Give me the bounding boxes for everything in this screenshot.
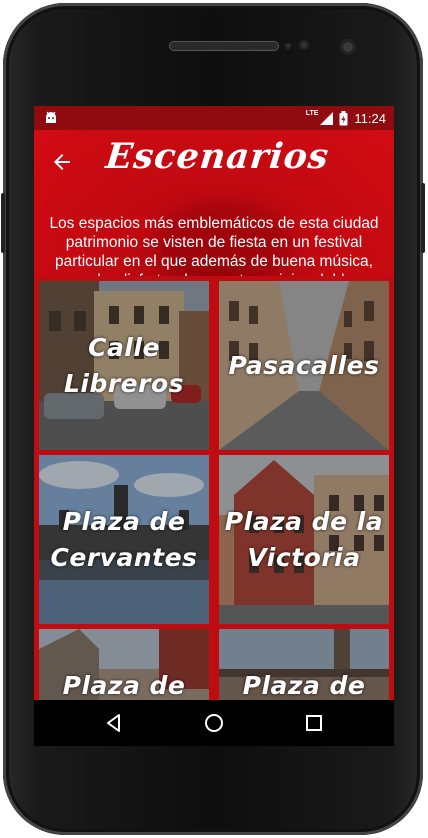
proximity-sensor [285,43,291,49]
venue-label: Plaza de los [62,671,186,700]
phone-volume-button [421,183,425,253]
venue-label: Plaza de los [242,671,366,700]
nav-back-icon[interactable] [100,709,128,737]
venue-tile-pasacalles[interactable]: Pasacalles [219,281,389,450]
back-arrow-icon[interactable] [50,150,74,174]
venue-tile-plaza-de-cervantes[interactable]: Plaza de Cervantes [39,455,209,624]
venue-tile-calle-libreros[interactable]: Calle Libreros [39,281,209,450]
battery-charging-icon [339,110,348,125]
venue-tile-plaza-de-los-1[interactable]: Plaza de los [39,629,209,700]
nav-home-icon[interactable] [200,709,228,737]
nav-recents-icon[interactable] [300,709,328,737]
network-type-label: LTE [305,109,319,117]
earpiece-speaker [169,41,279,51]
phone-side-button [1,193,5,253]
status-bar: LTE 11:24 [34,106,394,130]
android-notification-icon [46,111,56,123]
venue-label: Pasacalles [228,350,380,380]
app-header: Escenarios Los espacios más emblemáticos… [34,130,394,290]
venue-label: Plaza de la Victoria [224,506,384,572]
system-navigation-bar [34,700,394,746]
venue-label: Plaza de Cervantes [50,506,198,572]
page-title: Escenarios [103,136,332,177]
venue-tile-plaza-de-la-victoria[interactable]: Plaza de la Victoria [219,455,389,624]
front-camera [340,39,356,55]
status-time: 11:24 [354,110,386,126]
front-sensor [299,40,309,50]
venue-label: Calle Libreros [63,332,185,398]
venue-tile-plaza-de-los-2[interactable]: Plaza de los [219,629,389,700]
signal-icon [320,111,334,125]
screen: LTE 11:24 Escenarios Los espacios más em… [34,106,394,746]
venue-grid: Calle Libreros Pasacalles Plaza de Cerva… [34,276,394,700]
